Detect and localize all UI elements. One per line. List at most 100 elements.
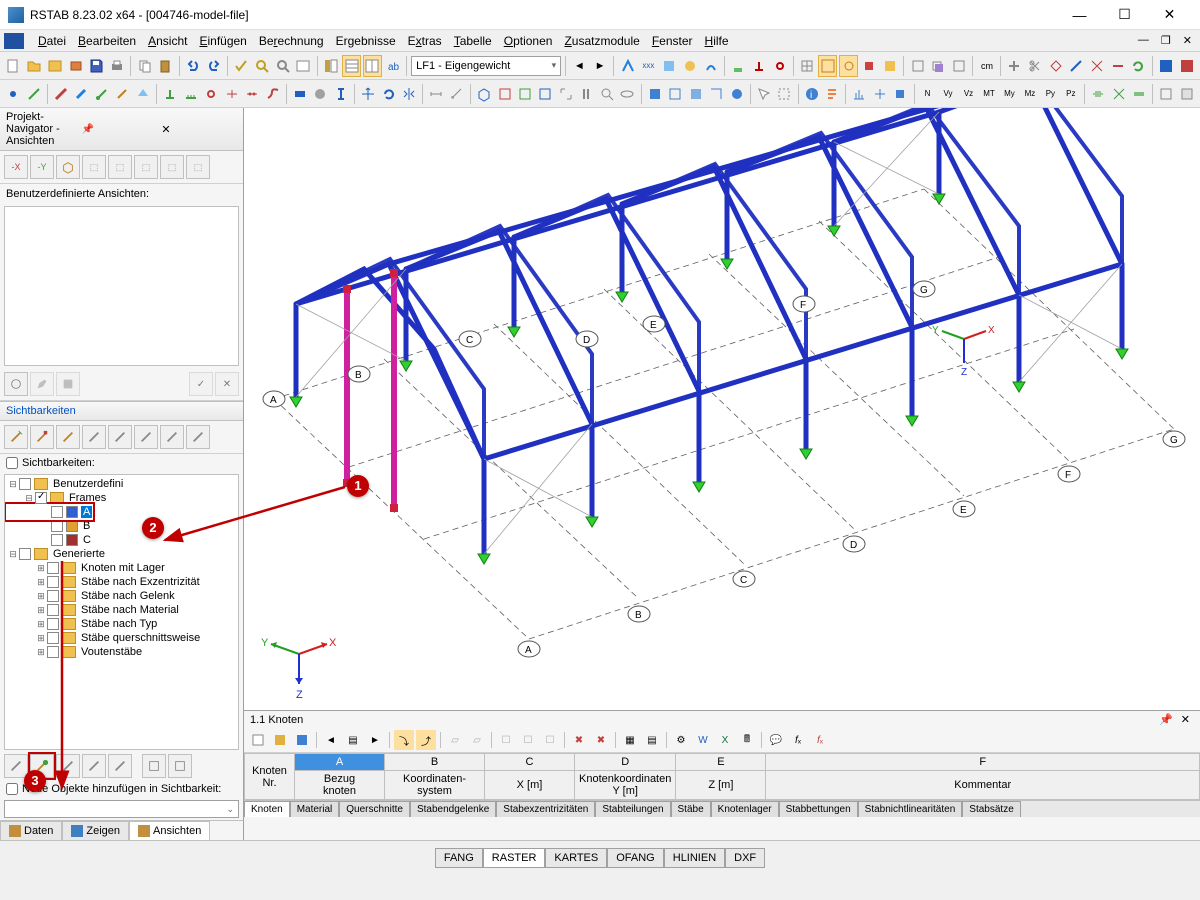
tree-frame-a[interactable]: A bbox=[7, 505, 92, 519]
zoom-button[interactable] bbox=[273, 55, 292, 77]
select2-button[interactable] bbox=[775, 83, 793, 105]
table-import-button[interactable]: ⤵ bbox=[394, 730, 414, 750]
col-c-sub[interactable]: X [m] bbox=[485, 771, 575, 800]
model-button[interactable] bbox=[66, 55, 85, 77]
layer1-button[interactable] bbox=[908, 55, 927, 77]
generate3-button[interactable] bbox=[891, 83, 909, 105]
hinge-button[interactable] bbox=[202, 83, 220, 105]
menu-optionen[interactable]: Optionen bbox=[498, 32, 559, 50]
redo-button[interactable] bbox=[204, 55, 223, 77]
table-sel1-button[interactable]: ☐ bbox=[496, 730, 516, 750]
view-x-neg-button[interactable]: -X bbox=[4, 155, 28, 179]
tree-checkbox[interactable] bbox=[51, 520, 63, 532]
dim1-button[interactable] bbox=[427, 83, 445, 105]
col-b-sub[interactable]: Koordinaten-system bbox=[385, 771, 485, 800]
doc-close-button[interactable]: ✕ bbox=[1179, 34, 1196, 47]
scissors-button[interactable] bbox=[1025, 55, 1044, 77]
userview-edit-button[interactable] bbox=[30, 372, 54, 396]
status-hlinien[interactable]: HLINIEN bbox=[664, 848, 725, 868]
find-button[interactable] bbox=[252, 55, 271, 77]
generate2-button[interactable] bbox=[871, 83, 889, 105]
snap1-button[interactable] bbox=[839, 55, 858, 77]
minimize-button[interactable]: — bbox=[1057, 1, 1102, 29]
table-sel2-button[interactable]: ☐ bbox=[518, 730, 538, 750]
table-pin-button[interactable]: 📌 bbox=[1155, 713, 1177, 726]
vis-b3-button[interactable] bbox=[56, 425, 80, 449]
render2-button[interactable] bbox=[666, 83, 684, 105]
tree-expand-icon[interactable]: ⊞ bbox=[35, 563, 47, 574]
material-button[interactable] bbox=[311, 83, 329, 105]
close-button[interactable]: ✕ bbox=[1147, 1, 1192, 29]
open-button[interactable] bbox=[25, 55, 44, 77]
vis-b6-button[interactable] bbox=[134, 425, 158, 449]
tree-collapse-icon[interactable]: ⊟ bbox=[7, 549, 19, 560]
render5-button[interactable] bbox=[727, 83, 745, 105]
menu-zusatzmodule[interactable]: Zusatzmodule bbox=[558, 32, 645, 50]
div-button[interactable] bbox=[243, 83, 261, 105]
member2-button[interactable] bbox=[72, 83, 90, 105]
refresh-button[interactable] bbox=[1129, 55, 1148, 77]
paste-button[interactable] bbox=[156, 55, 175, 77]
view-iso-button2[interactable] bbox=[56, 155, 80, 179]
vis-b5-button[interactable] bbox=[108, 425, 132, 449]
tree-checkbox[interactable] bbox=[51, 534, 63, 546]
doc-restore-button[interactable]: ❐ bbox=[1157, 34, 1175, 47]
tree-gen-item[interactable]: ⊞Voutenstäbe bbox=[7, 645, 236, 659]
3d-viewport[interactable]: A B C D E F G A B C D E F G bbox=[244, 108, 1200, 710]
table-tab-material[interactable]: Material bbox=[290, 801, 340, 817]
tree-checkbox[interactable] bbox=[47, 562, 59, 574]
table-close-button[interactable]: ✕ bbox=[1177, 713, 1194, 726]
generate1-button[interactable] bbox=[850, 83, 868, 105]
filter-my-button[interactable]: My bbox=[1000, 83, 1018, 105]
table-prev-button[interactable]: ◄ bbox=[321, 730, 341, 750]
col-f[interactable]: F bbox=[766, 754, 1200, 771]
col-b[interactable]: B bbox=[385, 754, 485, 771]
panel2-button[interactable] bbox=[363, 55, 382, 77]
status-kartes[interactable]: KARTES bbox=[545, 848, 607, 868]
result1-button[interactable]: xxx bbox=[639, 55, 658, 77]
view-iso-button[interactable] bbox=[475, 83, 493, 105]
next-lc-button[interactable]: ► bbox=[591, 55, 610, 77]
status-raster[interactable]: RASTER bbox=[483, 848, 546, 868]
vis-action6-button[interactable] bbox=[142, 754, 166, 778]
mirror-button[interactable] bbox=[400, 83, 418, 105]
view-pan-button[interactable] bbox=[577, 83, 595, 105]
vis-action5-button[interactable] bbox=[108, 754, 132, 778]
tool5-button[interactable] bbox=[1178, 83, 1196, 105]
menu-fenster[interactable]: Fenster bbox=[646, 32, 699, 50]
view-zoom-button[interactable] bbox=[598, 83, 616, 105]
table-fx-button[interactable]: fₓ bbox=[788, 730, 808, 750]
render1-button[interactable] bbox=[645, 83, 663, 105]
navigator-close-button[interactable]: ✕ bbox=[157, 123, 237, 136]
vis-action4-button[interactable] bbox=[82, 754, 106, 778]
section-button[interactable] bbox=[332, 83, 350, 105]
table-tab-stabteilungen[interactable]: Stabteilungen bbox=[595, 801, 670, 817]
loadcase-combo[interactable]: LF1 - Eigengewicht bbox=[411, 56, 561, 76]
grid1-button[interactable] bbox=[798, 55, 817, 77]
filter-n-button[interactable]: N bbox=[918, 83, 936, 105]
tree-collapse-icon[interactable]: ⊟ bbox=[7, 479, 19, 490]
table-edit2-button[interactable]: ✖ bbox=[591, 730, 611, 750]
view-y-neg-button[interactable]: -Y bbox=[30, 155, 54, 179]
move-button[interactable] bbox=[359, 83, 377, 105]
calc-button[interactable] bbox=[618, 55, 637, 77]
col-d[interactable]: D bbox=[575, 754, 676, 771]
tab-zeigen[interactable]: Zeigen bbox=[62, 821, 129, 840]
tool4-button[interactable] bbox=[1157, 83, 1175, 105]
tab-ansichten[interactable]: Ansichten bbox=[129, 821, 210, 840]
menu-berechnung[interactable]: Berechnung bbox=[253, 32, 330, 50]
copy-button[interactable] bbox=[135, 55, 154, 77]
text-button[interactable]: ab bbox=[384, 55, 403, 77]
line-button[interactable] bbox=[24, 83, 42, 105]
properties-button[interactable] bbox=[294, 55, 313, 77]
doc-minimize-button[interactable]: — bbox=[1134, 34, 1153, 47]
ecc-button[interactable] bbox=[222, 83, 240, 105]
vis-b7-button[interactable] bbox=[160, 425, 184, 449]
tree-collapse-icon[interactable]: ⊟ bbox=[23, 493, 35, 504]
view-u4-button[interactable]: ⬚ bbox=[160, 155, 184, 179]
table-row-button[interactable]: ▤ bbox=[642, 730, 662, 750]
view-u2-button[interactable]: ⬚ bbox=[108, 155, 132, 179]
table-tab-stabexzentrizitaeten[interactable]: Stabexzentrizitäten bbox=[496, 801, 595, 817]
table-calc-button[interactable]: 🖩 bbox=[737, 730, 757, 750]
vis-action3-button[interactable] bbox=[56, 754, 80, 778]
